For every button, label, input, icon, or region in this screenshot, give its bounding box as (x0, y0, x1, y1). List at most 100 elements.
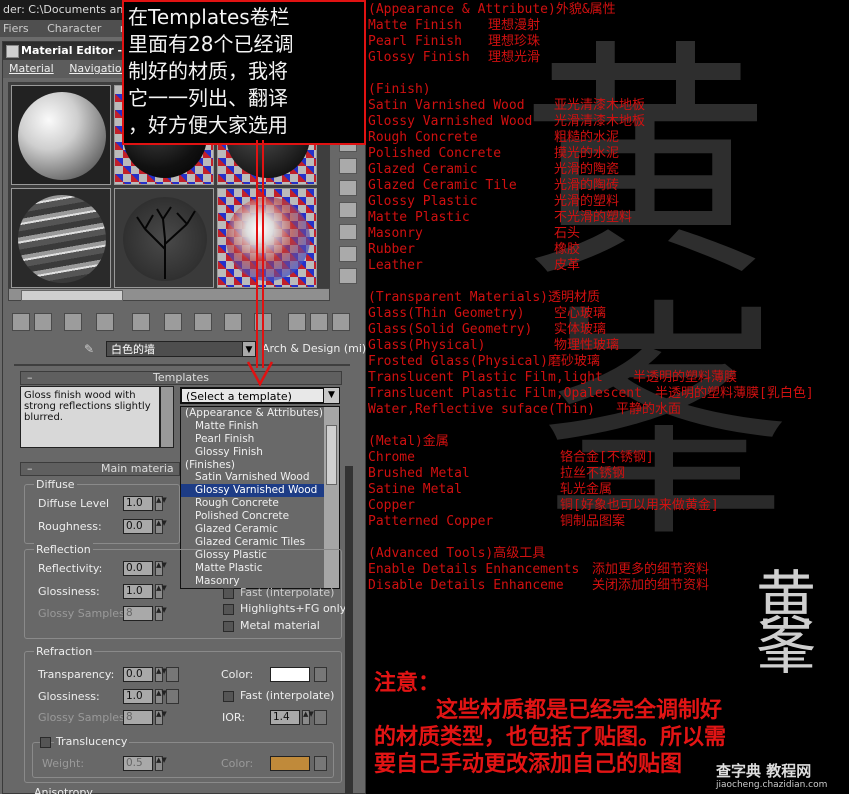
template-option[interactable]: Glazed Ceramic (181, 523, 339, 536)
list-item-chinese: 平静的水面 (616, 402, 682, 417)
highlights-fg-checkbox[interactable] (223, 604, 234, 615)
eyedropper-icon[interactable]: ✎ (84, 341, 100, 357)
ior-input[interactable]: 1.4 (270, 710, 300, 725)
material-name-field[interactable]: 白色的墙 (106, 341, 256, 357)
list-item-chinese: 物理性玻璃 (554, 338, 620, 353)
tab-modifiers[interactable]: Fiers (3, 22, 29, 35)
template-option[interactable]: Glossy Varnished Wood (181, 484, 339, 498)
sample-slot-4[interactable] (11, 188, 111, 288)
anisotropy-label: Anisotropy (34, 786, 93, 794)
reset-map-icon[interactable] (96, 313, 114, 331)
dropdown-scroll-thumb[interactable] (326, 425, 337, 485)
refraction-samples-input[interactable]: 8 (123, 710, 153, 725)
annotation-line-4: 它一一列出、翻译 (128, 86, 288, 110)
make-preview-icon[interactable] (339, 246, 357, 262)
templates-rollout-header[interactable]: – Templates (20, 371, 342, 385)
description-scrollbar[interactable] (160, 386, 174, 448)
backlight-icon[interactable] (339, 158, 357, 174)
uv-tiling-icon[interactable] (339, 202, 357, 218)
background-icon[interactable] (339, 180, 357, 196)
list-item-english: Glass(Solid Geometry) (368, 322, 533, 337)
template-option[interactable]: Polished Concrete (181, 510, 339, 523)
list-item-english: Glazed Ceramic Tile (368, 178, 517, 193)
assign-material-icon[interactable] (64, 313, 82, 331)
list-item-chinese: 理想珍珠 (488, 34, 541, 49)
refraction-glossiness-input[interactable]: 1.0 (123, 689, 153, 704)
reflectivity-spinner[interactable]: ▲▼ (155, 561, 167, 576)
main-rollout-header[interactable]: – Main materia (20, 462, 180, 476)
list-item-english: Brushed Metal (368, 466, 470, 481)
metal-material-checkbox[interactable] (223, 621, 234, 632)
list-item-chinese: 橡胶 (554, 242, 581, 257)
menu-material[interactable]: Material (9, 62, 54, 75)
transparency-input[interactable]: 0.0 (123, 667, 153, 682)
list-item-chinese: 铬合金[不锈钢] (560, 450, 654, 465)
template-option[interactable]: Glossy Finish (181, 446, 339, 459)
roughness-input[interactable]: 0.0 (123, 519, 153, 534)
transparency-map-button[interactable] (166, 667, 179, 682)
refraction-color-swatch[interactable] (270, 667, 310, 682)
translucency-checkbox[interactable] (40, 737, 51, 748)
pick-from-object-icon[interactable] (332, 313, 350, 331)
list-item-chinese: 石头 (554, 226, 581, 241)
transparency-spinner[interactable]: ▲▼ (155, 667, 167, 682)
material-name-row: ✎ 白色的墙 ▼ Arch & Design (mi) (82, 339, 366, 361)
put-to-library-icon[interactable] (164, 313, 182, 331)
list-item-english: Translucent Plastic Film,light (368, 370, 603, 385)
reflection-samples-input[interactable]: 8 (123, 606, 153, 621)
video-check-icon[interactable] (339, 224, 357, 240)
refraction-color-map-button[interactable] (314, 667, 327, 682)
list-item-english: Glass(Physical) (368, 338, 486, 353)
refraction-glossiness-spinner[interactable]: ▲▼ (155, 689, 167, 704)
slots-scrollbar[interactable] (8, 288, 330, 301)
sample-slot-5[interactable] (114, 188, 214, 288)
material-id-icon[interactable] (194, 313, 212, 331)
side-toolbar (336, 130, 362, 300)
template-option[interactable]: Matte Finish (181, 420, 339, 433)
diffuse-level-spinner[interactable]: ▲▼ (155, 496, 167, 511)
options-icon[interactable] (339, 268, 357, 284)
list-item-chinese: 拉丝不锈钢 (560, 466, 626, 481)
template-option[interactable]: (Finishes) (181, 459, 339, 472)
template-option[interactable]: Pearl Finish (181, 433, 339, 446)
sample-slot-1[interactable] (11, 85, 111, 185)
tab-character[interactable]: Character (47, 22, 101, 35)
chevron-down-icon[interactable]: ▼ (323, 387, 340, 404)
reflection-samples-spinner[interactable]: ▲▼ (155, 606, 167, 621)
list-item-english: (Metal)金属 (368, 434, 449, 449)
annotation-box: 在Templates卷栏 里面有28个已经调 制好的材质，我将 它一一列出、翻译… (122, 0, 366, 145)
refraction-fast-checkbox[interactable] (223, 691, 234, 702)
go-forward-sibling-icon[interactable] (310, 313, 328, 331)
reflection-glossiness-input[interactable]: 1.0 (123, 584, 153, 599)
template-option[interactable]: Rough Concrete (181, 497, 339, 510)
note-line-3: 要自己手动更改添加自己的贴图 (374, 752, 683, 777)
weight-spinner[interactable]: ▲▼ (155, 756, 167, 771)
template-option[interactable]: Glazed Ceramic Tiles (181, 536, 339, 549)
reflection-glossiness-spinner[interactable]: ▲▼ (155, 584, 167, 599)
list-item-english: Patterned Copper (368, 514, 494, 529)
template-option[interactable]: Satin Varnished Wood (181, 471, 339, 484)
site-name: 查字典 教程网 (716, 762, 812, 780)
diffuse-level-input[interactable]: 1.0 (123, 496, 153, 511)
ior-spinner[interactable]: ▲▼ (302, 710, 314, 725)
translucency-color-map-button[interactable] (314, 756, 327, 771)
template-description: Gloss finish wood with strong reflection… (20, 386, 160, 448)
translucency-color-swatch[interactable] (270, 756, 310, 771)
put-to-scene-icon[interactable] (34, 313, 52, 331)
ior-map-button[interactable] (314, 710, 327, 725)
reflectivity-input[interactable]: 0.0 (123, 561, 153, 576)
template-option[interactable]: (Appearance & Attributes) (181, 407, 339, 420)
get-material-icon[interactable] (12, 313, 30, 331)
reflection-fast-checkbox[interactable] (223, 588, 234, 599)
weight-input[interactable]: 0.5 (123, 756, 153, 771)
roughness-spinner[interactable]: ▲▼ (155, 519, 167, 534)
site-url: jiaocheng.chazidian.com (716, 780, 828, 790)
annotation-line-2: 里面有28个已经调 (128, 32, 294, 56)
panel-scrollbar[interactable] (345, 466, 353, 794)
go-to-parent-icon[interactable] (288, 313, 306, 331)
refraction-samples-spinner[interactable]: ▲▼ (155, 710, 167, 725)
list-item-english: Glossy Finish (368, 50, 470, 65)
menu-navigation[interactable]: Navigation (69, 62, 128, 75)
refraction-glossiness-map-button[interactable] (166, 689, 179, 704)
make-unique-icon[interactable] (132, 313, 150, 331)
